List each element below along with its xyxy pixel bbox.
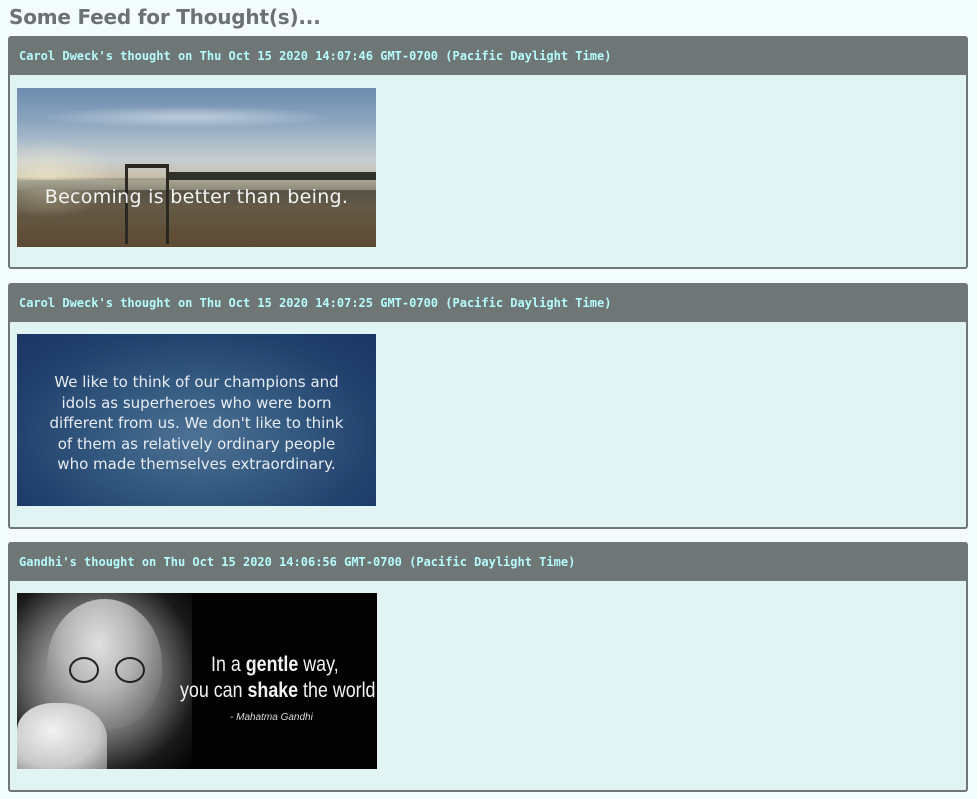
- quote-fragment: the world.: [298, 679, 377, 702]
- quote-image: In a gentle way, you can shake the world…: [17, 593, 377, 769]
- quote-line: who made themselves extraordinary.: [57, 455, 336, 473]
- thought-header: Carol Dweck's thought on Thu Oct 15 2020…: [10, 38, 966, 75]
- quote-text: We like to think of our champions and id…: [17, 372, 376, 475]
- quote-emphasis: gentle: [245, 653, 299, 676]
- quote-fragment: In a: [211, 653, 246, 676]
- thought-header: Carol Dweck's thought on Thu Oct 15 2020…: [10, 285, 966, 322]
- quote-line: idols as superheroes who were born: [61, 393, 332, 412]
- quote-line: We like to think of our champions and: [54, 373, 339, 391]
- thought-card: Gandhi's thought on Thu Oct 15 2020 14:0…: [8, 542, 968, 792]
- thought-card: Carol Dweck's thought on Thu Oct 15 2020…: [8, 283, 968, 529]
- quote-image: Becoming is better than being.: [17, 88, 376, 247]
- portrait: [17, 593, 192, 769]
- quote-fragment: you can: [180, 679, 248, 702]
- glasses-icon: [69, 657, 99, 683]
- quote-fragment: way,: [298, 653, 339, 676]
- quote-image: We like to think of our champions and id…: [17, 334, 376, 506]
- glasses-icon: [115, 657, 145, 683]
- quote-attribution: - Mahatma Gandhi: [230, 712, 313, 723]
- thought-header: Gandhi's thought on Thu Oct 15 2020 14:0…: [10, 544, 966, 581]
- quote-line: different from us. We don't like to thin…: [49, 414, 344, 432]
- shawl: [17, 703, 107, 769]
- thought-card: Carol Dweck's thought on Thu Oct 15 2020…: [8, 36, 968, 269]
- page-title: Some Feed for Thought(s)...: [9, 5, 321, 29]
- quote-line: of them as relatively ordinary people: [57, 434, 336, 453]
- far-shore: [167, 172, 376, 180]
- quote-line: In a gentle way,: [211, 653, 339, 677]
- sky-cloud: [37, 106, 337, 128]
- quote-line: you can shake the world.: [180, 679, 377, 703]
- quote-emphasis: shake: [247, 679, 299, 702]
- quote-text: Becoming is better than being.: [44, 186, 349, 208]
- swing-frame: [125, 164, 169, 168]
